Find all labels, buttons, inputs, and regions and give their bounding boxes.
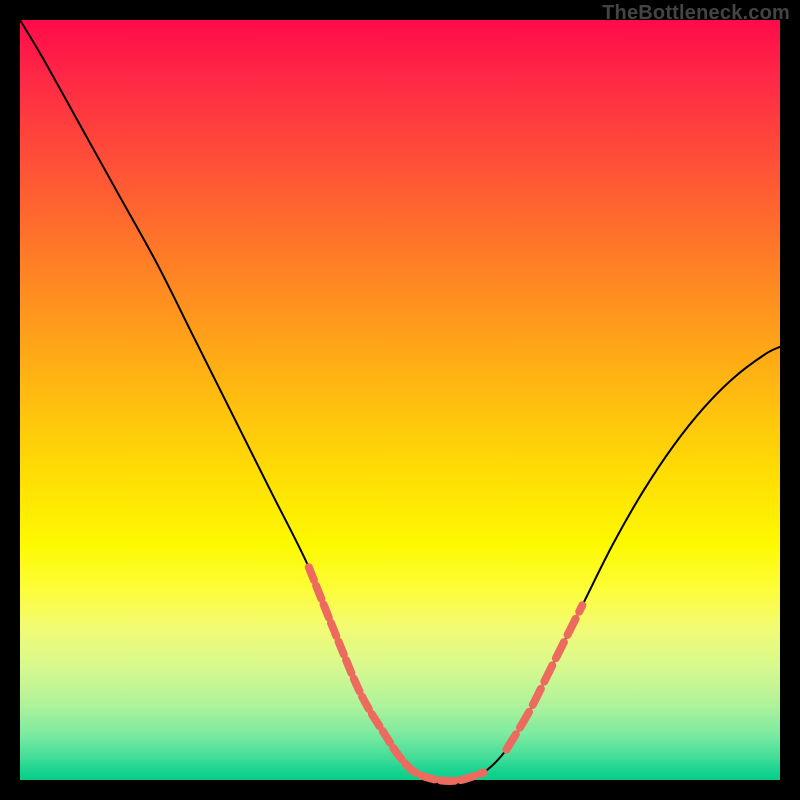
chart-stage: TheBottleneck.com <box>0 0 800 800</box>
bottleneck-curve <box>20 20 780 781</box>
plot-area <box>20 20 780 780</box>
dash-segment-left <box>309 567 484 781</box>
dash-segment-right <box>506 605 582 749</box>
chart-svg <box>20 20 780 780</box>
